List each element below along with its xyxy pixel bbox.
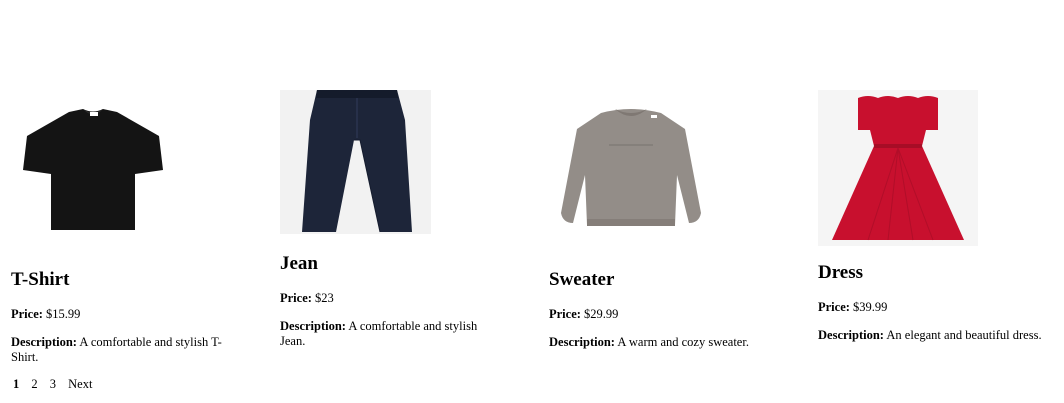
product-description: Description: An elegant and beautiful dr… <box>818 328 1058 343</box>
product-title: T-Shirt <box>11 269 70 290</box>
product-price: Price: $29.99 <box>549 307 618 322</box>
description-text: An elegant and beautiful dress. <box>886 328 1042 342</box>
description-label: Description: <box>549 335 615 349</box>
price-value: $23 <box>315 291 334 305</box>
product-listing-page: T-Shirt Price: $15.99 Description: A com… <box>0 0 1064 403</box>
price-label: Price: <box>818 300 850 314</box>
dark-jeans-image <box>280 90 431 234</box>
next-page-link[interactable]: Next <box>68 377 92 391</box>
product-description: Description: A comfortable and stylish T… <box>11 335 243 365</box>
red-dress-image <box>818 90 978 246</box>
product-title: Sweater <box>549 269 615 290</box>
price-value: $15.99 <box>46 307 81 321</box>
product-title: Jean <box>280 253 318 274</box>
product-title: Dress <box>818 262 864 283</box>
product-price: Price: $15.99 <box>11 307 80 322</box>
price-label: Price: <box>11 307 43 321</box>
product-price: Price: $39.99 <box>818 300 887 315</box>
product-description: Description: A warm and cozy sweater. <box>549 335 789 350</box>
description-label: Description: <box>818 328 884 342</box>
price-value: $39.99 <box>853 300 888 314</box>
description-label: Description: <box>11 335 77 349</box>
gray-sweater-image <box>549 95 712 245</box>
price-label: Price: <box>280 291 312 305</box>
page-3-link[interactable]: 3 <box>50 377 56 391</box>
price-value: $29.99 <box>584 307 619 321</box>
price-label: Price: <box>549 307 581 321</box>
pagination: 1 2 3 Next <box>13 377 101 392</box>
black-tshirt-image <box>11 92 176 250</box>
page-1-link[interactable]: 1 <box>13 377 19 391</box>
product-description: Description: A comfortable and stylish J… <box>280 319 495 349</box>
description-label: Description: <box>280 319 346 333</box>
page-2-link[interactable]: 2 <box>31 377 37 391</box>
product-price: Price: $23 <box>280 291 334 306</box>
description-text: A warm and cozy sweater. <box>617 335 749 349</box>
